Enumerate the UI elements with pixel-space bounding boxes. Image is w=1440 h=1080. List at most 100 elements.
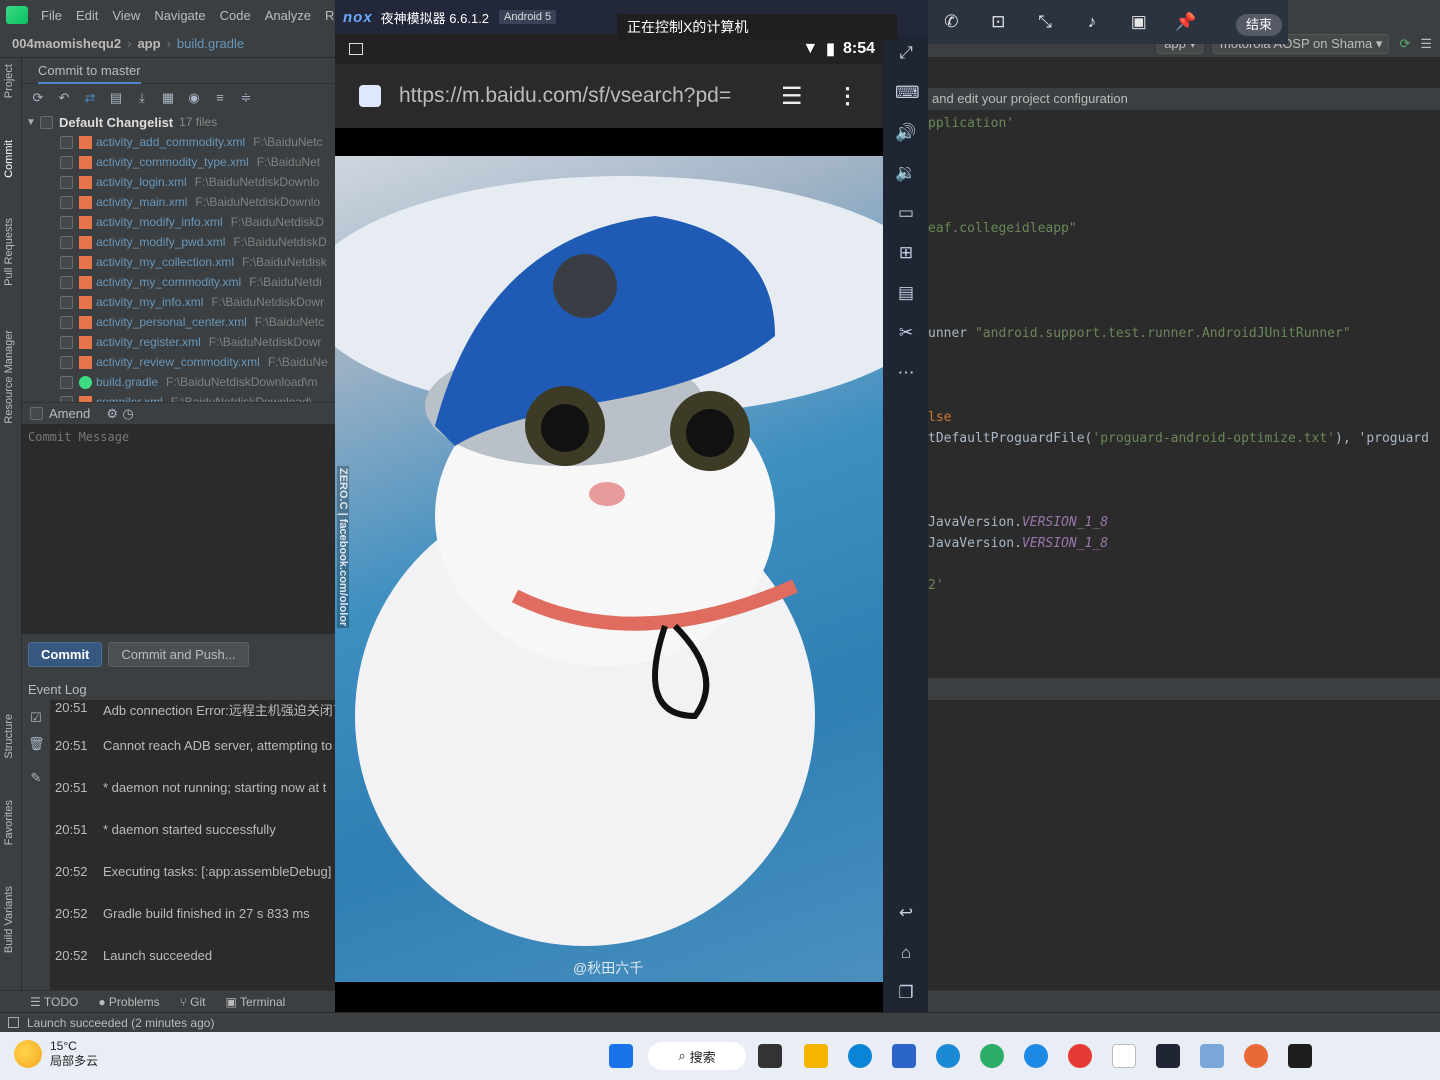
file-row[interactable]: activity_my_collection.xml F:\BaiduNetdis… [22,252,335,272]
phone-icon[interactable]: ✆ [937,12,965,32]
actual-size-icon[interactable]: ⊡ [984,12,1012,32]
scissors-icon[interactable]: ✂ [895,322,917,344]
menu-view[interactable]: View [105,8,147,23]
file-checkbox[interactable] [60,275,73,289]
tab-structure[interactable]: Structure [3,714,15,759]
trash-icon[interactable]: 🗑 [28,736,45,752]
nox-taskbar-icon[interactable] [1156,1044,1180,1068]
start-windows-icon[interactable] [609,1044,633,1068]
gear-icon[interactable]: ⚙ [104,406,120,422]
chevron-down-icon[interactable]: ▼ [26,117,40,128]
code-editor[interactable]: and edit your project configuration ppli… [928,58,1440,678]
file-checkbox[interactable] [60,135,73,149]
file-row[interactable]: activity_modify_pwd.xml F:\BaiduNetdiskD [22,232,335,252]
browser-url-bar[interactable]: https://m.baidu.com/sf/vsearch?pd= ☰ ⋮ [335,64,883,128]
task-view-icon[interactable] [758,1044,782,1068]
download-icon[interactable]: ⤓ [134,90,150,106]
file-row[interactable]: activity_commodity_type.xml F:\BaiduNet [22,152,335,172]
file-checkbox[interactable] [60,195,73,209]
more-icon[interactable]: ⋯ [895,362,917,384]
file-row[interactable]: activity_modify_info.xml F:\BaiduNetdiskD [22,212,335,232]
diff-icon[interactable]: ⇄ [82,90,98,106]
file-row[interactable]: activity_my_info.xml F:\BaiduNetdiskDowr [22,292,335,312]
shelve-icon[interactable]: ▤ [108,90,124,106]
file-row[interactable]: activity_personal_center.xml F:\BaiduNetc [22,312,335,332]
wrench-icon[interactable]: ✎ [28,770,44,786]
file-checkbox[interactable] [60,235,73,249]
amend-checkbox[interactable] [30,407,43,420]
sync-icon[interactable]: ⟳ [1399,36,1410,52]
menu-edit[interactable]: Edit [69,8,105,23]
menu-analyze[interactable]: Analyze [258,8,318,23]
tab-git[interactable]: ⑂ Git [180,995,206,1009]
screen-icon[interactable]: ▭ [895,202,917,224]
file-row[interactable]: activity_review_commodity.xml F:\BaiduNe [22,352,335,372]
commit-button[interactable]: Commit [28,641,103,667]
home-icon[interactable]: ⌂ [895,942,917,964]
end-session-button[interactable]: 结束 [1236,14,1282,36]
expand-all-icon[interactable]: ≡ [212,90,228,106]
file-row[interactable]: compiler.xml F:\BaiduNetdiskDownload\ [22,392,335,402]
file-checkbox[interactable] [60,155,73,169]
rollback-icon[interactable]: ↶ [56,90,72,106]
file-checkbox[interactable] [60,395,73,402]
url-text[interactable]: https://m.baidu.com/sf/vsearch?pd= [399,84,755,108]
file-explorer-icon[interactable] [804,1044,828,1068]
tab-resource-manager[interactable]: Resource Manager [3,330,15,424]
more-vert-icon[interactable]: ⋮ [837,83,859,109]
back-icon[interactable]: ↩ [895,902,917,924]
shrink-icon[interactable]: ⤡ [1031,12,1059,32]
file-row[interactable]: activity_main.xml F:\BaiduNetdiskDownlo [22,192,335,212]
group-by-icon[interactable]: ▦ [160,90,176,106]
file-checkbox[interactable] [60,255,73,269]
pin-icon[interactable]: 📌 [1172,12,1200,32]
eye-icon[interactable]: ◉ [186,90,202,106]
install-apk-icon[interactable]: ⊞ [895,242,917,264]
browser-icon[interactable] [936,1044,960,1068]
tabs-icon[interactable]: ☰ [781,82,803,111]
tab-terminal[interactable]: ▣ Terminal [226,995,286,1009]
wechat-icon[interactable] [980,1044,1004,1068]
file-checkbox[interactable] [60,215,73,229]
tab-pull-requests[interactable]: Pull Requests [3,218,15,286]
taskbar-search[interactable]: ⌕ 搜索 [648,1042,746,1070]
hd-icon[interactable]: ▣ [1125,12,1153,32]
breadcrumb-project[interactable]: 004maomishequ2 [12,36,121,51]
file-checkbox[interactable] [60,315,73,329]
refresh-icon[interactable]: ⟳ [30,90,46,106]
tab-commit[interactable]: Commit [3,140,15,178]
speaker-icon[interactable]: ♪ [1078,12,1106,32]
weather-widget[interactable]: 15°C 局部多云 [14,1039,98,1069]
terminal-icon[interactable] [1288,1044,1312,1068]
collapse-all-icon[interactable]: ≑ [238,90,254,106]
file-checkbox[interactable] [60,335,73,349]
monitor-icon[interactable] [1200,1044,1224,1068]
recents-icon[interactable]: ❐ [895,982,917,1004]
file-checkbox[interactable] [60,355,73,369]
file-row[interactable]: activity_add_commodity.xml F:\BaiduNetc [22,132,335,152]
breadcrumb-module[interactable]: app [137,36,160,51]
baidu-netdisk-icon[interactable] [1112,1044,1136,1068]
file-checkbox[interactable] [60,295,73,309]
menu-file[interactable]: File [34,8,69,23]
file-checkbox[interactable] [60,375,73,389]
mark-read-icon[interactable]: ☑ [28,710,44,726]
keyboard-icon[interactable]: ⌨ [895,82,920,104]
fullscreen-icon[interactable]: ⤢ [895,42,917,64]
file-checkbox[interactable] [60,175,73,189]
volume-up-icon[interactable]: 🔊 [895,122,917,144]
volume-down-icon[interactable]: 🔉 [895,162,917,184]
commit-panel-title[interactable]: Commit to master [38,57,141,84]
menu-code[interactable]: Code [213,8,258,23]
cat-photo[interactable]: ZERO.C | facebook.com/ololor @秋田六千 [335,156,883,982]
file-row[interactable]: activity_register.xml F:\BaiduNetdiskDowr [22,332,335,352]
changelist-header[interactable]: ▼ Default Changelist 17 files [22,112,335,132]
changelist-checkbox[interactable] [40,115,53,129]
tab-problems[interactable]: ● Problems [98,995,159,1009]
tab-favorites[interactable]: Favorites [3,800,15,845]
commit-message-input[interactable]: Commit Message [22,424,335,634]
store-icon[interactable] [892,1044,916,1068]
file-row[interactable]: activity_login.xml F:\BaiduNetdiskDownlo [22,172,335,192]
app-icon[interactable] [1244,1044,1268,1068]
commit-and-push-button[interactable]: Commit and Push... [108,641,249,667]
